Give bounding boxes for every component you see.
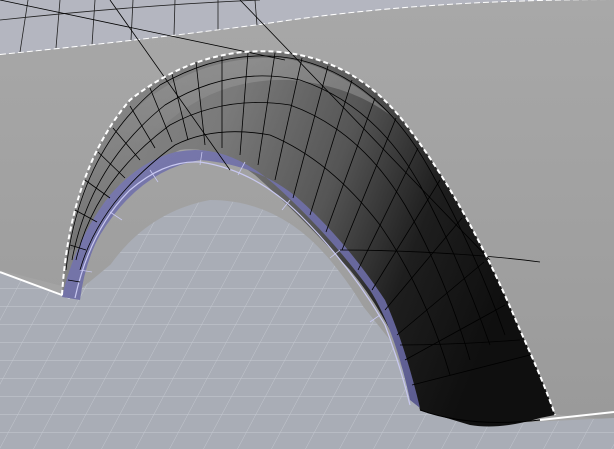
viewport-canvas[interactable] [0, 0, 614, 449]
modeling-viewport[interactable] [0, 0, 614, 449]
